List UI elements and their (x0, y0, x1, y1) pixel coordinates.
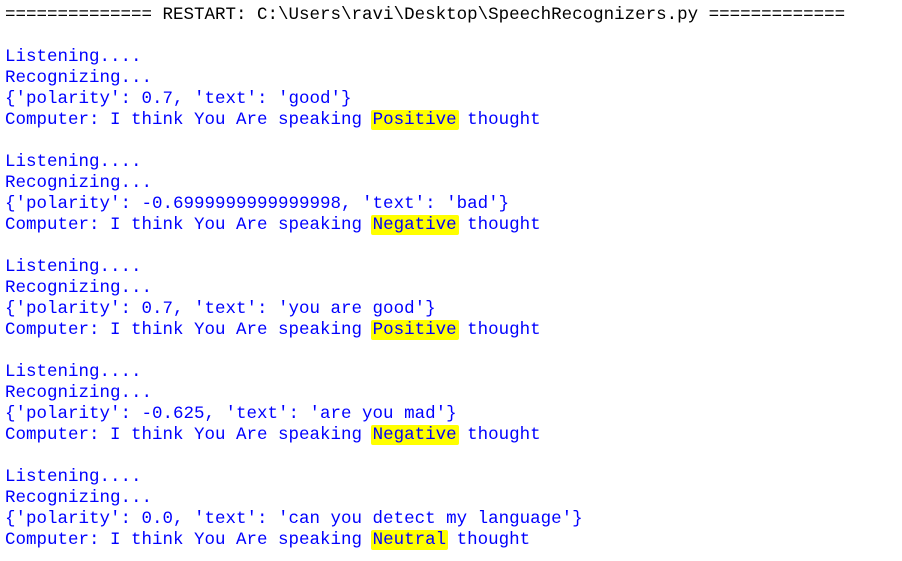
sentiment-highlight: Negative (370, 215, 459, 235)
computer-response-line: Computer: I think You Are speaking Negat… (5, 215, 541, 236)
computer-response-line: Computer: I think You Are speaking Posit… (5, 320, 541, 341)
recognizing-line: Recognizing... (5, 488, 153, 508)
python-shell-output[interactable]: ============== RESTART: C:\Users\ravi\De… (0, 0, 902, 561)
computer-response-prefix: Computer: I think You Are speaking (5, 320, 373, 340)
listening-line: Listening.... (5, 362, 142, 382)
computer-response-line: Computer: I think You Are speaking Posit… (5, 110, 541, 131)
sentiment-highlight: Positive (370, 110, 459, 130)
sentiment-highlight: Negative (370, 425, 459, 445)
computer-response-suffix: thought (456, 425, 541, 445)
computer-response-suffix: thought (456, 320, 541, 340)
listening-line: Listening.... (5, 152, 142, 172)
polarity-result-line: {'polarity': 0.0, 'text': 'can you detec… (5, 509, 583, 529)
recognizing-line: Recognizing... (5, 68, 153, 88)
listening-line: Listening.... (5, 257, 142, 277)
recognizing-line: Recognizing... (5, 278, 153, 298)
polarity-result-line: {'polarity': -0.6999999999999998, 'text'… (5, 194, 510, 214)
polarity-result-line: {'polarity': -0.625, 'text': 'are you ma… (5, 404, 457, 424)
computer-response-prefix: Computer: I think You Are speaking (5, 215, 373, 235)
listening-line: Listening.... (5, 467, 142, 487)
computer-response-line: Computer: I think You Are speaking Neutr… (5, 530, 530, 551)
computer-response-prefix: Computer: I think You Are speaking (5, 110, 373, 130)
computer-response-suffix: thought (446, 530, 531, 550)
computer-response-prefix: Computer: I think You Are speaking (5, 530, 373, 550)
sentiment-highlight: Positive (370, 320, 459, 340)
recognizing-line: Recognizing... (5, 383, 153, 403)
polarity-result-line: {'polarity': 0.7, 'text': 'good'} (5, 89, 352, 109)
computer-response-line: Computer: I think You Are speaking Negat… (5, 425, 541, 446)
computer-response-prefix: Computer: I think You Are speaking (5, 425, 373, 445)
computer-response-suffix: thought (456, 215, 541, 235)
restart-banner: ============== RESTART: C:\Users\ravi\De… (5, 5, 846, 25)
sentiment-highlight: Neutral (370, 530, 449, 550)
polarity-result-line: {'polarity': 0.7, 'text': 'you are good'… (5, 299, 436, 319)
listening-line: Listening.... (5, 47, 142, 67)
recognizing-line: Recognizing... (5, 173, 153, 193)
computer-response-suffix: thought (456, 110, 541, 130)
